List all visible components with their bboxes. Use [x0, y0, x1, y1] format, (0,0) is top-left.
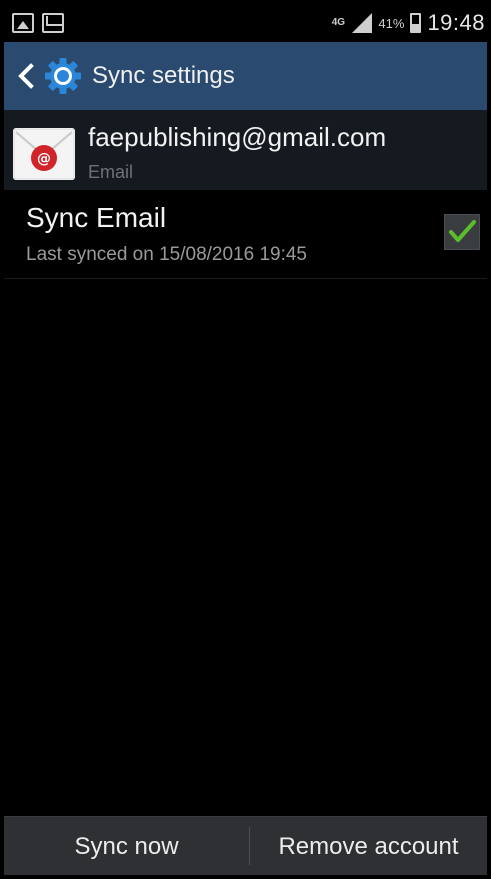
notification-icons [4, 13, 64, 33]
sync-item-title: Sync Email [26, 202, 167, 233]
network-type: 4G [331, 17, 346, 28]
battery-percent: 41% [378, 15, 405, 31]
gear-icon [45, 58, 81, 94]
mail-icon [42, 13, 64, 33]
checkmark-icon [449, 220, 476, 242]
clock: 19:48 [427, 10, 485, 35]
sync-now-button[interactable]: Sync now [4, 817, 249, 875]
sync-item-subtitle: Last synced on 15/08/2016 19:45 [26, 244, 308, 265]
gallery-icon [12, 13, 34, 33]
svg-text:@: @ [37, 151, 51, 167]
battery-icon [410, 13, 422, 33]
action-bar: Sync settings [4, 42, 487, 110]
chevron-left-icon [18, 63, 34, 89]
email-app-icon: @ [13, 128, 75, 180]
bottom-action-bar: Sync now Remove account [4, 816, 487, 875]
sync-email-checkbox[interactable] [444, 214, 480, 250]
remove-account-button[interactable]: Remove account [250, 817, 487, 875]
signal-icon [352, 13, 373, 33]
back-button[interactable] [4, 42, 82, 110]
phone-screen: 4G 41% 19:48 Sync settings @ faepublishi… [4, 4, 487, 875]
account-email: faepublishing@gmail.com [88, 122, 387, 152]
status-indicators: 4G 41% 19:48 [330, 4, 487, 42]
status-bar: 4G 41% 19:48 [4, 4, 487, 42]
sync-email-row[interactable]: Sync Email Last synced on 15/08/2016 19:… [4, 190, 487, 278]
page-title: Sync settings [92, 62, 235, 89]
account-header: @ faepublishing@gmail.com Email [4, 110, 487, 191]
account-type: Email [88, 162, 134, 182]
list-divider [4, 278, 487, 279]
